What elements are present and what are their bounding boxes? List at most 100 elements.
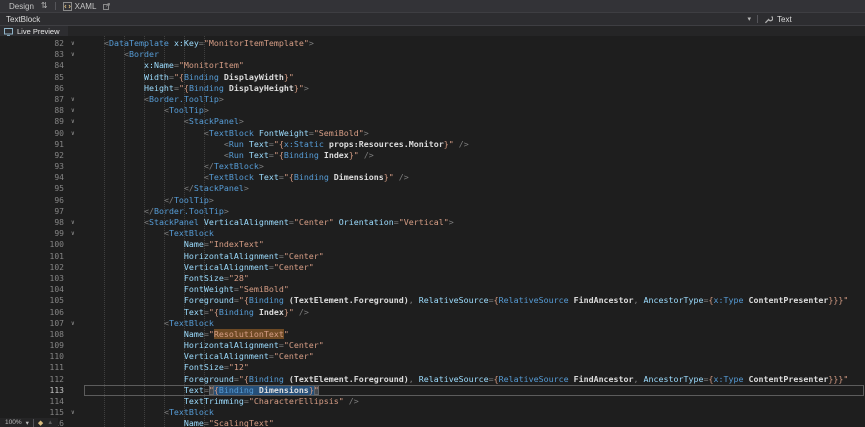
code-line[interactable]: 112 Foreground="{Binding (TextElement.Fo… [0,374,865,385]
code-line-current[interactable]: 113 Text="{Binding Dimensions}" [0,385,865,396]
separator [33,419,34,427]
fold-chevron-icon[interactable]: ∨ [68,217,84,228]
code-token: Binding [219,385,254,395]
code-line[interactable]: 96 </ToolTip> [0,195,865,206]
code-token: ToolTip [169,105,204,115]
code-text: </StackPanel> [84,183,865,194]
code-text: HorizontalAlignment="Center" [84,340,865,351]
zoom-level[interactable]: 100% [5,419,22,426]
code-token: /> [399,172,409,182]
line-number: 115 [0,407,68,418]
code-line[interactable]: 104 FontWeight="SemiBold" [0,284,865,295]
code-line[interactable]: 95 </StackPanel> [0,183,865,194]
diamond-icon[interactable]: ◆ [38,419,43,427]
chevron-down-icon[interactable]: ▾ [747,15,751,23]
line-number: 90 [0,128,68,139]
code-line[interactable]: 109 HorizontalAlignment="Center" [0,340,865,351]
code-token: /> [364,150,374,160]
code-line[interactable]: 91 <Run Text="{x:Static props:Resources.… [0,139,865,150]
fold-chevron-icon[interactable]: ∨ [68,116,84,127]
fold-spacer [68,139,84,150]
code-line[interactable]: 98∨ <StackPanel VerticalAlignment="Cente… [0,217,865,228]
code-token: Foreground [184,295,234,305]
code-line[interactable]: 100 Name="IndexText" [0,239,865,250]
code-token: FontWeight [184,284,234,294]
code-token: DisplayWidth [219,72,284,82]
code-text: FontSize="12" [84,362,865,373]
fold-chevron-icon[interactable]: ∨ [68,228,84,239]
line-number: 96 [0,195,68,206]
code-line[interactable]: 114 TextTrimming="CharacterEllipsis" /> [0,396,865,407]
code-line[interactable]: 105 Foreground="{Binding (TextElement.Fo… [0,295,865,306]
code-token: x:Type [713,374,743,384]
code-line[interactable]: 90∨ <TextBlock FontWeight="SemiBold"> [0,128,865,139]
fold-chevron-icon[interactable]: ∨ [68,407,84,418]
code-line[interactable]: 116 Name="ScalingText" [0,418,865,427]
code-text: Height="{Binding DisplayHeight}"> [84,83,865,94]
fold-chevron-icon[interactable]: ∨ [68,49,84,60]
code-line[interactable]: 99∨ <TextBlock [0,228,865,239]
line-number: 87 [0,94,68,105]
editor-split-toolbar: Design ⇅ XAML [0,0,865,13]
code-text: Text="{Binding Dimensions}" [84,385,865,396]
code-line[interactable]: 108 Name="ResolutionText" [0,329,865,340]
code-line[interactable]: 86 Height="{Binding DisplayHeight}"> [0,83,865,94]
xaml-tab[interactable]: XAML [63,2,97,11]
line-number: 103 [0,273,68,284]
code-token: FontWeight [259,128,309,138]
code-line[interactable]: 97 </Border.ToolTip> [0,206,865,217]
code-line[interactable]: 107∨ <TextBlock [0,318,865,329]
code-text: Name="IndexText" [84,239,865,250]
code-token: StackPanel [194,183,244,193]
design-tab[interactable]: Design [9,2,34,11]
property-quick-access[interactable]: Text [764,15,859,24]
code-token: "Center" [284,251,324,261]
fold-chevron-icon[interactable]: ∨ [68,128,84,139]
code-line[interactable]: 115∨ <TextBlock [0,407,865,418]
popout-icon[interactable] [103,3,110,10]
line-number: 95 [0,183,68,194]
fold-chevron-icon[interactable]: ∨ [68,94,84,105]
fold-chevron-icon[interactable]: ∨ [68,318,84,329]
fold-chevron-icon[interactable]: ∨ [68,38,84,49]
code-token: /> [349,396,359,406]
fold-spacer [68,284,84,295]
code-line[interactable]: 93 </TextBlock> [0,161,865,172]
code-line[interactable]: 101 HorizontalAlignment="Center" [0,251,865,262]
code-line[interactable]: 89∨ <StackPanel> [0,116,865,127]
code-token: "SemiBold" [239,284,289,294]
code-line[interactable]: 82∨ <DataTemplate x:Key="MonitorItemTemp… [0,38,865,49]
triangle-icon[interactable]: ▲ [47,420,53,426]
code-line[interactable]: 85 Width="{Binding DisplayWidth}" [0,72,865,83]
code-token: RelativeSource [499,374,569,384]
fold-chevron-icon[interactable]: ∨ [68,105,84,116]
breadcrumb-element[interactable]: TextBlock [6,15,40,24]
code-text: Foreground="{Binding (TextElement.Foregr… [84,374,865,385]
code-line[interactable]: 88∨ <ToolTip> [0,105,865,116]
chevron-down-icon[interactable]: ▾ [26,419,29,427]
code-line[interactable]: 110 VerticalAlignment="Center" [0,351,865,362]
line-number: 107 [0,318,68,329]
code-line[interactable]: 84 x:Name="MonitorItem" [0,60,865,71]
code-line[interactable]: 103 FontSize="28" [0,273,865,284]
line-number: 97 [0,206,68,217]
code-editor[interactable]: 82∨ <DataTemplate x:Key="MonitorItemTemp… [0,36,865,427]
line-number: 99 [0,228,68,239]
code-line[interactable]: 87∨ <Border.ToolTip> [0,94,865,105]
code-line[interactable]: 102 VerticalAlignment="Center" [0,262,865,273]
line-number: 113 [0,385,68,396]
code-token: </ [204,161,214,171]
tab-live-preview-label: Live Preview [17,27,60,36]
swap-panes-icon[interactable]: ⇅ [41,2,48,10]
code-line[interactable]: 111 FontSize="12" [0,362,865,373]
code-token: "{ [274,139,284,149]
code-token: "{ [284,172,294,182]
code-line[interactable]: 83∨ <Border [0,49,865,60]
code-token: ToolTip [174,195,209,205]
code-token: > [309,38,314,48]
fold-spacer [68,150,84,161]
code-line[interactable]: 92 <Run Text="{Binding Index}" /> [0,150,865,161]
line-number: 106 [0,307,68,318]
code-line[interactable]: 106 Text="{Binding Index}" /> [0,307,865,318]
code-line[interactable]: 94 <TextBlock Text="{Binding Dimensions}… [0,172,865,183]
